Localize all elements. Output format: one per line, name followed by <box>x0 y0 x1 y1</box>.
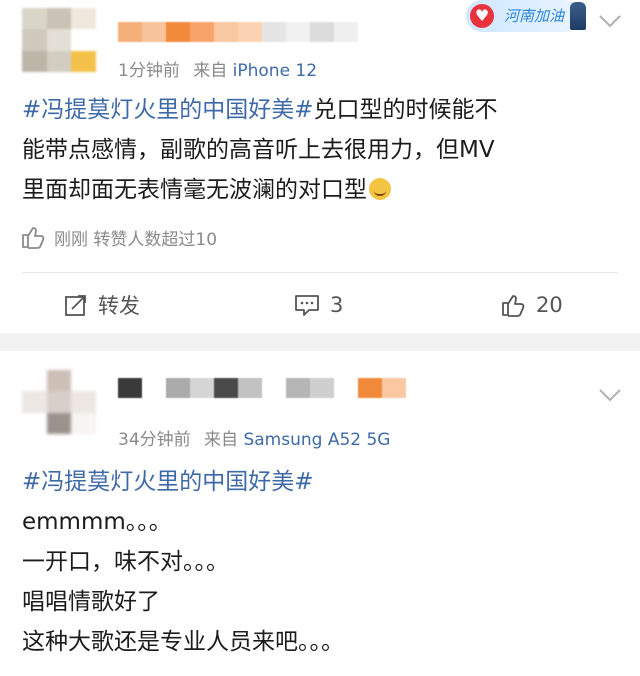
post-text-line: 这种大歌还是专业人员来吧。。。 <box>22 629 344 655</box>
comment-button[interactable]: 3 <box>294 293 343 317</box>
from-label: 来自 <box>193 61 228 81</box>
post-time: 1分钟前 <box>118 61 180 81</box>
post-text-line: emmmm。。。 <box>22 509 172 535</box>
post-text-line: 兑口型的时候能不 <box>313 97 498 123</box>
feed-separator <box>0 333 640 351</box>
repost-label: 转发 <box>98 294 140 318</box>
tower-icon <box>570 2 586 30</box>
emoji-icon <box>369 178 391 200</box>
post-content: #冯提莫灯火里的中国好美# emmmm。。。 一开口，味不对。。。 唱唱情歌好了… <box>22 462 618 662</box>
likes-summary: 刚刚 转赞人数超过10 <box>20 224 217 250</box>
thumb-up-icon <box>22 227 45 249</box>
topic-link[interactable]: #冯提莫灯火里的中国好美# <box>22 462 618 502</box>
post-text-line: 能带点感情，副歌的高音听上去很用力，但MV <box>22 137 495 163</box>
divider <box>22 272 618 273</box>
username[interactable] <box>118 22 358 42</box>
repost-icon <box>65 295 86 316</box>
chevron-down-icon[interactable] <box>598 388 621 402</box>
post-text-line: 里面却面无表情毫无波澜的对口型 <box>22 177 367 203</box>
likes-text: 刚刚 转赞人数超过10 <box>54 229 218 250</box>
badge-label: 河南加油 <box>503 7 564 25</box>
username[interactable] <box>118 378 406 398</box>
avatar[interactable] <box>22 370 96 434</box>
thumb-up-icon <box>502 295 525 317</box>
device-link[interactable]: iPhone 12 <box>233 61 317 81</box>
comment-icon <box>295 295 319 316</box>
weibo-post-1: 1分钟前 来自 iPhone 12 ♥ 河南加油 #冯提莫灯火里的中国好美#兑口… <box>0 0 640 333</box>
avatar[interactable] <box>22 8 96 72</box>
like-button[interactable]: 20 <box>500 292 563 318</box>
post-text-line: 一开口，味不对。。。 <box>22 549 229 575</box>
post-time: 34分钟前 <box>118 430 191 450</box>
post-text-line: 唱唱情歌好了 <box>22 589 160 615</box>
action-bar: 转发 3 20 <box>0 286 640 324</box>
post-content: #冯提莫灯火里的中国好美#兑口型的时候能不 能带点感情，副歌的高音听上去很用力，… <box>22 90 618 210</box>
topic-link[interactable]: #冯提莫灯火里的中国好美# <box>22 97 314 123</box>
post-meta: 1分钟前 来自 iPhone 12 <box>118 56 317 81</box>
heart-icon: ♥ <box>469 4 494 28</box>
chevron-down-icon[interactable] <box>598 14 621 28</box>
badge[interactable]: ♥ 河南加油 <box>465 0 586 32</box>
like-count: 20 <box>536 293 563 317</box>
comment-count: 3 <box>330 293 344 317</box>
from-label: 来自 <box>204 430 239 450</box>
repost-button[interactable]: 转发 <box>64 290 140 320</box>
device-link[interactable]: Samsung A52 5G <box>243 430 390 450</box>
post-meta: 34分钟前 来自 Samsung A52 5G <box>118 425 390 450</box>
